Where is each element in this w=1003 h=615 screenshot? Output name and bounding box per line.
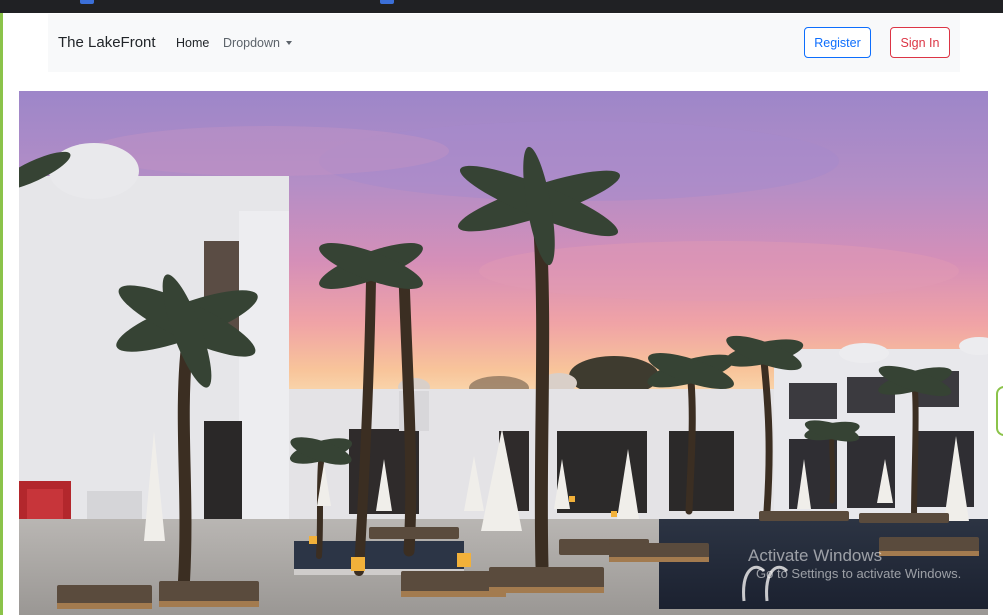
- browser-top-strip: [0, 0, 1003, 13]
- tab-icon: [80, 0, 94, 4]
- top-navbar: The LakeFront Home Dropdown Register Sig…: [48, 14, 960, 72]
- window-left-edge: [0, 0, 3, 615]
- side-panel-handle[interactable]: [996, 386, 1003, 436]
- resort-pool-photo: [19, 91, 988, 615]
- nav-home-link[interactable]: Home: [176, 36, 209, 50]
- chevron-down-icon: [285, 41, 292, 45]
- tab-icon: [380, 0, 394, 4]
- nav-dropdown-toggle[interactable]: Dropdown: [223, 36, 292, 50]
- hero-image: [19, 91, 988, 615]
- sign-in-button[interactable]: Sign In: [890, 27, 950, 58]
- nav-dropdown-label: Dropdown: [223, 36, 280, 50]
- register-button[interactable]: Register: [804, 27, 871, 58]
- brand-link[interactable]: The LakeFront: [58, 34, 156, 51]
